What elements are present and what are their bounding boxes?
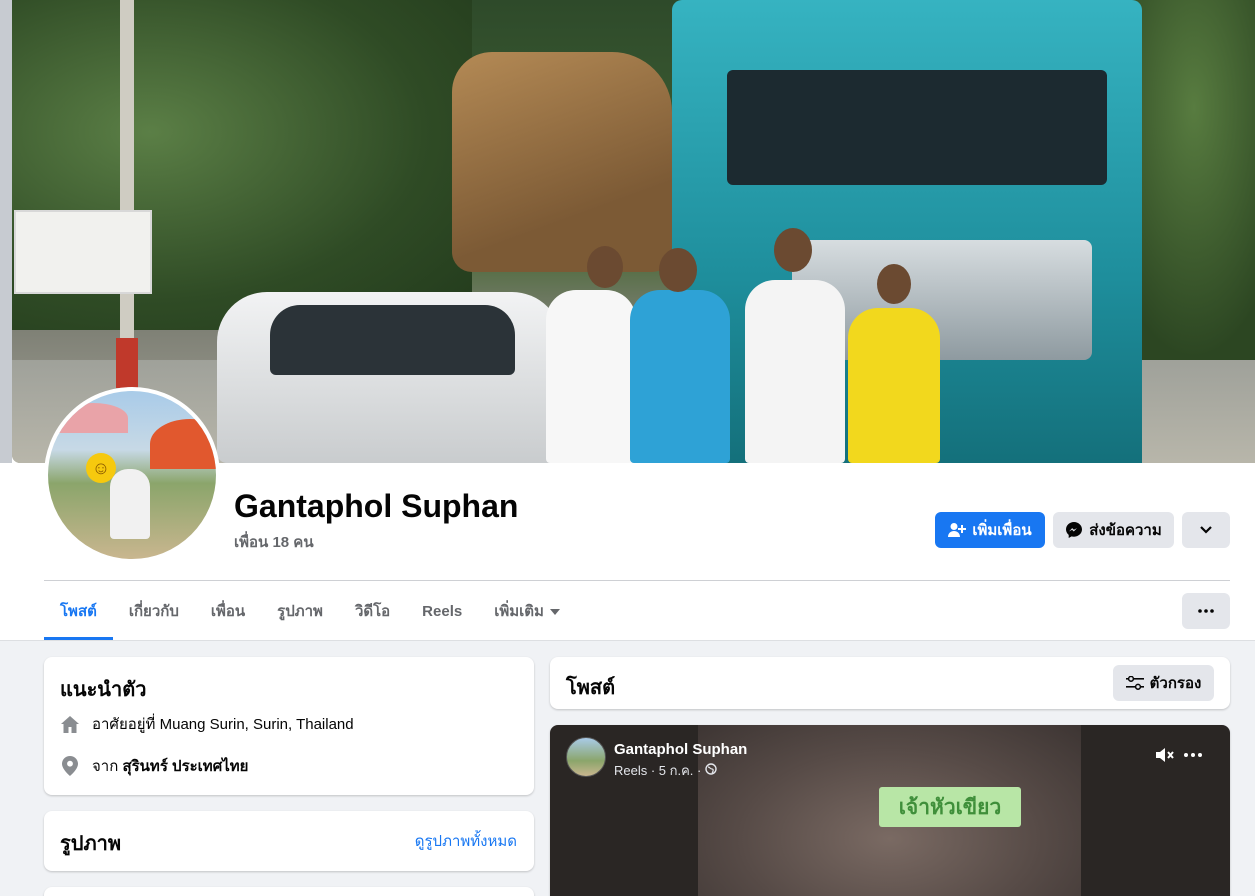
reel-author-avatar[interactable] bbox=[566, 737, 606, 777]
avatar-person bbox=[110, 469, 150, 539]
cover-rock-statue bbox=[452, 52, 672, 272]
cover-person-head bbox=[587, 246, 623, 288]
tab-label: Reels bbox=[422, 602, 463, 620]
intro-title: แนะนำตัว bbox=[60, 679, 147, 701]
home-icon bbox=[60, 714, 80, 734]
reel-post[interactable]: เจ้าหัวเขียว Gantaphol Suphan Reels · 5 … bbox=[550, 725, 1230, 896]
photos-card: รูปภาพ ดูรูปภาพทั้งหมด bbox=[44, 811, 534, 871]
cover-car-windshield bbox=[270, 305, 515, 375]
filter-label: ตัวกรอง bbox=[1149, 675, 1202, 692]
globe-icon bbox=[705, 763, 718, 778]
cover-person bbox=[745, 280, 845, 463]
lives-in-prefix: อาศัยอยู่ที่ bbox=[92, 716, 156, 733]
posts-title: โพสต์ bbox=[566, 677, 616, 699]
tab-photos[interactable]: รูปภาพ bbox=[261, 582, 339, 640]
profile-tabs: โพสต์ เกี่ยวกับ เพื่อน รูปภาพ วิดีโอ Ree… bbox=[44, 582, 576, 640]
tab-label: รูปภาพ bbox=[277, 603, 323, 620]
posts-header-card: โพสต์ ตัวกรอง bbox=[550, 657, 1230, 709]
tab-videos[interactable]: วิดีโอ bbox=[339, 582, 406, 640]
cover-pole-base bbox=[116, 338, 138, 388]
filter-button[interactable]: ตัวกรอง bbox=[1113, 665, 1214, 701]
location-pin-icon bbox=[60, 756, 80, 776]
header-divider bbox=[44, 580, 1230, 581]
see-all-photos-link[interactable]: ดูรูปภาพทั้งหมด bbox=[415, 829, 517, 853]
reel-meta-text[interactable]: Reels · 5 ก.ค. · bbox=[614, 760, 701, 781]
reel-meta: Reels · 5 ก.ค. · bbox=[614, 760, 718, 781]
cover-truck-windshield bbox=[727, 70, 1107, 185]
next-card bbox=[44, 887, 534, 896]
tab-label: เพื่อน bbox=[210, 603, 246, 620]
from-row: จาก สุรินทร์ ประเทศไทย bbox=[60, 754, 248, 778]
lives-in-row: อาศัยอยู่ที่ Muang Surin, Surin, Thailan… bbox=[60, 712, 354, 736]
chevron-down-icon bbox=[1199, 525, 1213, 535]
avatar-umbrella bbox=[58, 403, 128, 433]
add-friend-button[interactable]: เพิ่มเพื่อน bbox=[935, 512, 1045, 548]
photos-title: รูปภาพ bbox=[60, 833, 122, 855]
cover-person-head bbox=[774, 228, 812, 272]
friends-count[interactable]: เพื่อน 18 คน bbox=[234, 530, 314, 554]
messenger-icon bbox=[1065, 521, 1083, 539]
reel-author-name[interactable]: Gantaphol Suphan bbox=[614, 741, 747, 758]
left-edge-strip bbox=[0, 0, 12, 463]
tab-posts[interactable]: โพสต์ bbox=[44, 582, 113, 640]
message-label: ส่งข้อความ bbox=[1089, 522, 1162, 539]
tab-label: เกี่ยวกับ bbox=[128, 603, 179, 620]
profile-name: Gantaphol Suphan bbox=[234, 488, 519, 524]
cover-photo[interactable] bbox=[12, 0, 1255, 463]
tab-label: เพิ่มเติม bbox=[494, 603, 544, 620]
more-dots-icon bbox=[1198, 609, 1214, 613]
cover-person-head bbox=[659, 248, 697, 292]
cover-sign bbox=[14, 210, 152, 294]
reel-video[interactable]: เจ้าหัวเขียว bbox=[698, 725, 1081, 896]
mute-icon[interactable] bbox=[1154, 745, 1176, 770]
cover-person-head bbox=[877, 264, 911, 304]
add-friend-label: เพิ่มเพื่อน bbox=[972, 522, 1032, 539]
cover-pole bbox=[120, 0, 134, 390]
tab-more[interactable]: เพิ่มเติม bbox=[478, 582, 576, 640]
profile-more-button[interactable] bbox=[1182, 512, 1230, 548]
lives-in-value[interactable]: Muang Surin, Surin, Thailand bbox=[160, 716, 354, 733]
tab-label: โพสต์ bbox=[60, 603, 97, 620]
cover-person bbox=[630, 290, 730, 463]
from-prefix: จาก bbox=[92, 758, 119, 775]
tab-friends[interactable]: เพื่อน bbox=[195, 582, 261, 640]
tab-reels[interactable]: Reels bbox=[406, 582, 478, 640]
cover-person bbox=[546, 290, 636, 463]
caret-down-icon bbox=[549, 609, 560, 615]
message-button[interactable]: ส่งข้อความ bbox=[1053, 512, 1174, 548]
filter-icon bbox=[1125, 676, 1144, 690]
smiley-emoji-icon: ☺ bbox=[86, 453, 116, 483]
avatar-umbrella bbox=[150, 419, 216, 469]
tabs-more-options-button[interactable] bbox=[1182, 593, 1230, 629]
reel-more-dots-icon[interactable] bbox=[1184, 745, 1202, 770]
from-text: จาก สุรินทร์ ประเทศไทย bbox=[92, 754, 248, 778]
lives-in-text: อาศัยอยู่ที่ Muang Surin, Surin, Thailan… bbox=[92, 712, 354, 736]
add-friend-icon bbox=[948, 522, 967, 538]
from-value[interactable]: สุรินทร์ ประเทศไทย bbox=[122, 758, 248, 775]
tab-label: วิดีโอ bbox=[354, 603, 391, 620]
tab-about[interactable]: เกี่ยวกับ bbox=[113, 582, 195, 640]
cover-person bbox=[848, 308, 940, 463]
reel-caption: เจ้าหัวเขียว bbox=[879, 787, 1021, 827]
profile-avatar[interactable]: ☺ bbox=[44, 387, 220, 563]
